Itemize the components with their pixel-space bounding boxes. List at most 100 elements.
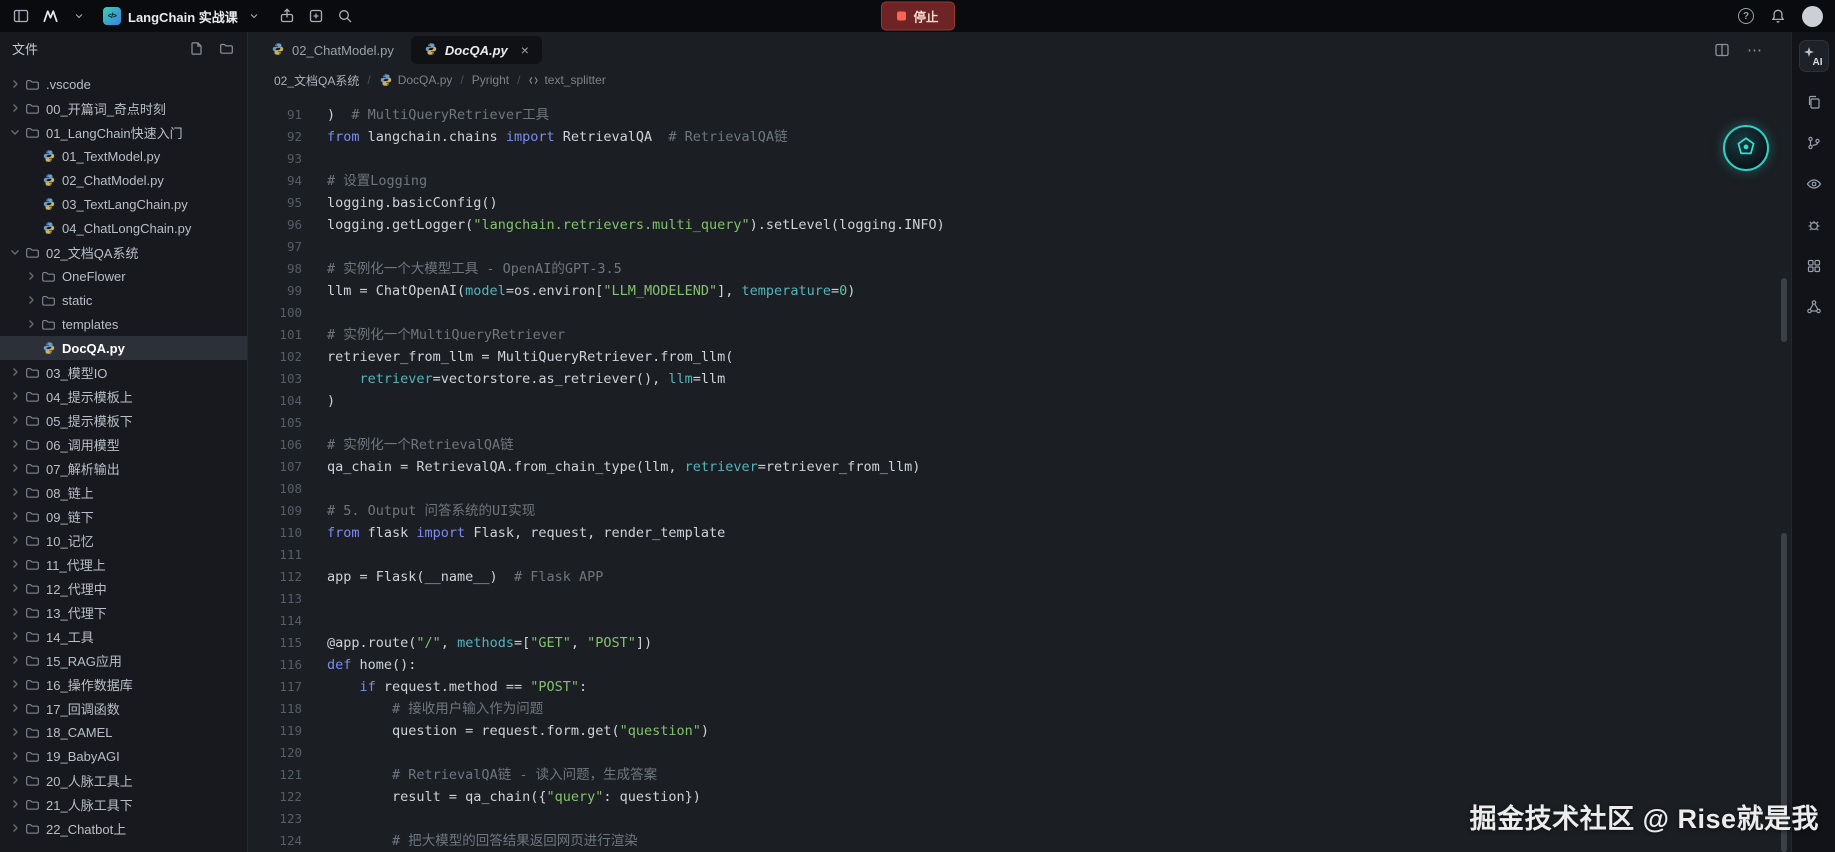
tree-item-templates[interactable]: templates [0,312,247,336]
grid-icon[interactable] [1803,255,1825,277]
chevron-right-icon[interactable] [8,701,22,715]
tree-item-13_代理下[interactable]: 13_代理下 [0,600,247,624]
split-editor-icon[interactable] [1713,41,1731,59]
search-icon[interactable] [336,7,354,25]
workspace-switcher[interactable]: </> LangChain 实战课 [99,5,267,28]
chevron-down-icon[interactable] [8,125,22,139]
tree-item-01_LangChain快速入门[interactable]: 01_LangChain快速入门 [0,120,247,144]
chevron-right-icon[interactable] [8,821,22,835]
tree-item-04_提示模板上[interactable]: 04_提示模板上 [0,384,247,408]
chevron-right-icon[interactable] [8,437,22,451]
tree-item-08_链上[interactable]: 08_链上 [0,480,247,504]
breadcrumb-DocQA.py[interactable]: DocQA.py [379,73,453,87]
line-number[interactable]: 91 [248,104,302,126]
chevron-right-icon[interactable] [8,461,22,475]
git-branch-icon[interactable] [1803,132,1825,154]
line-number[interactable]: 121 [248,764,302,786]
new-folder-icon[interactable] [217,39,235,57]
stop-button[interactable]: 停止 [880,2,954,31]
line-number[interactable]: 112 [248,566,302,588]
breadcrumb-text_splitter[interactable]: text_splitter [528,73,605,87]
tree-item-02_ChatModel.py[interactable]: 02_ChatModel.py [0,168,247,192]
chevron-right-icon[interactable] [8,365,22,379]
line-number[interactable]: 124 [248,830,302,852]
chevron-right-icon[interactable] [8,389,22,403]
chevron-right-icon[interactable] [24,269,38,283]
chevron-right-icon[interactable] [8,725,22,739]
chevron-right-icon[interactable] [8,653,22,667]
scrollbar-marker[interactable] [1781,278,1787,342]
chevron-right-icon[interactable] [8,677,22,691]
chevron-right-icon[interactable] [8,629,22,643]
code-editor[interactable]: 91) # MultiQueryRetriever工具92from langch… [248,92,1791,852]
notifications-icon[interactable] [1769,7,1787,25]
tab-02_ChatModel.py[interactable]: 02_ChatModel.py [258,36,407,64]
new-window-icon[interactable] [307,7,325,25]
chevron-right-icon[interactable] [8,485,22,499]
tree-item-22_Chatbot上[interactable]: 22_Chatbot上 [0,816,247,840]
line-number[interactable]: 109 [248,500,302,522]
line-number[interactable]: 93 [248,148,302,170]
tree-item-02_文档QA系统[interactable]: 02_文档QA系统 [0,240,247,264]
line-number[interactable]: 101 [248,324,302,346]
line-number[interactable]: 111 [248,544,302,566]
chevron-right-icon[interactable] [8,581,22,595]
tree-item-11_代理上[interactable]: 11_代理上 [0,552,247,576]
line-number[interactable]: 105 [248,412,302,434]
line-number[interactable]: 94 [248,170,302,192]
line-number[interactable]: 115 [248,632,302,654]
line-number[interactable]: 106 [248,434,302,456]
tree-item-.vscode[interactable]: .vscode [0,72,247,96]
eye-icon[interactable] [1803,173,1825,195]
tree-item-static[interactable]: static [0,288,247,312]
tree-item-03_TextLangChain.py[interactable]: 03_TextLangChain.py [0,192,247,216]
line-number[interactable]: 99 [248,280,302,302]
close-tab-icon[interactable]: × [521,43,529,57]
tree-item-21_人脉工具下[interactable]: 21_人脉工具下 [0,792,247,816]
user-avatar[interactable] [1802,6,1823,27]
share-icon[interactable] [278,7,296,25]
chevron-right-icon[interactable] [8,797,22,811]
tree-item-04_ChatLongChain.py[interactable]: 04_ChatLongChain.py [0,216,247,240]
new-file-icon[interactable] [187,39,205,57]
tree-item-20_人脉工具上[interactable]: 20_人脉工具上 [0,768,247,792]
tree-item-18_CAMEL[interactable]: 18_CAMEL [0,720,247,744]
chevron-right-icon[interactable] [8,557,22,571]
line-number[interactable]: 116 [248,654,302,676]
floating-avatar[interactable] [1723,125,1769,171]
breadcrumb-02_文档QA系统[interactable]: 02_文档QA系统 [274,72,359,89]
line-number[interactable]: 120 [248,742,302,764]
line-number[interactable]: 114 [248,610,302,632]
tree-item-09_链下[interactable]: 09_链下 [0,504,247,528]
tab-DocQA.py[interactable]: DocQA.py× [411,36,542,64]
tree-item-05_提示模板下[interactable]: 05_提示模板下 [0,408,247,432]
chevron-right-icon[interactable] [8,605,22,619]
tree-item-00_开篇词_奇点时刻[interactable]: 00_开篇词_奇点时刻 [0,96,247,120]
scrollbar-thumb[interactable] [1781,533,1787,852]
tree-item-03_模型IO[interactable]: 03_模型IO [0,360,247,384]
fleet-logo[interactable] [41,7,59,25]
files-icon[interactable] [1803,91,1825,113]
line-number[interactable]: 100 [248,302,302,324]
line-number[interactable]: 103 [248,368,302,390]
help-icon[interactable]: ? [1738,8,1754,24]
structure-icon[interactable] [1803,296,1825,318]
line-number[interactable]: 95 [248,192,302,214]
chevron-right-icon[interactable] [8,533,22,547]
ai-assistant-button[interactable]: AI [1799,40,1829,72]
chevron-right-icon[interactable] [8,413,22,427]
chevron-down-icon[interactable] [70,7,88,25]
chevron-down-icon[interactable] [8,245,22,259]
panel-toggle-icon[interactable] [12,7,30,25]
tree-item-OneFlower[interactable]: OneFlower [0,264,247,288]
line-number[interactable]: 92 [248,126,302,148]
line-number[interactable]: 118 [248,698,302,720]
line-number[interactable]: 110 [248,522,302,544]
tree-item-12_代理中[interactable]: 12_代理中 [0,576,247,600]
tree-item-07_解析输出[interactable]: 07_解析输出 [0,456,247,480]
breadcrumb-Pyright[interactable]: Pyright [472,73,509,87]
tree-item-DocQA.py[interactable]: DocQA.py [0,336,247,360]
tree-item-17_回调函数[interactable]: 17_回调函数 [0,696,247,720]
chevron-right-icon[interactable] [8,773,22,787]
more-options-icon[interactable]: ⋯ [1747,41,1763,59]
